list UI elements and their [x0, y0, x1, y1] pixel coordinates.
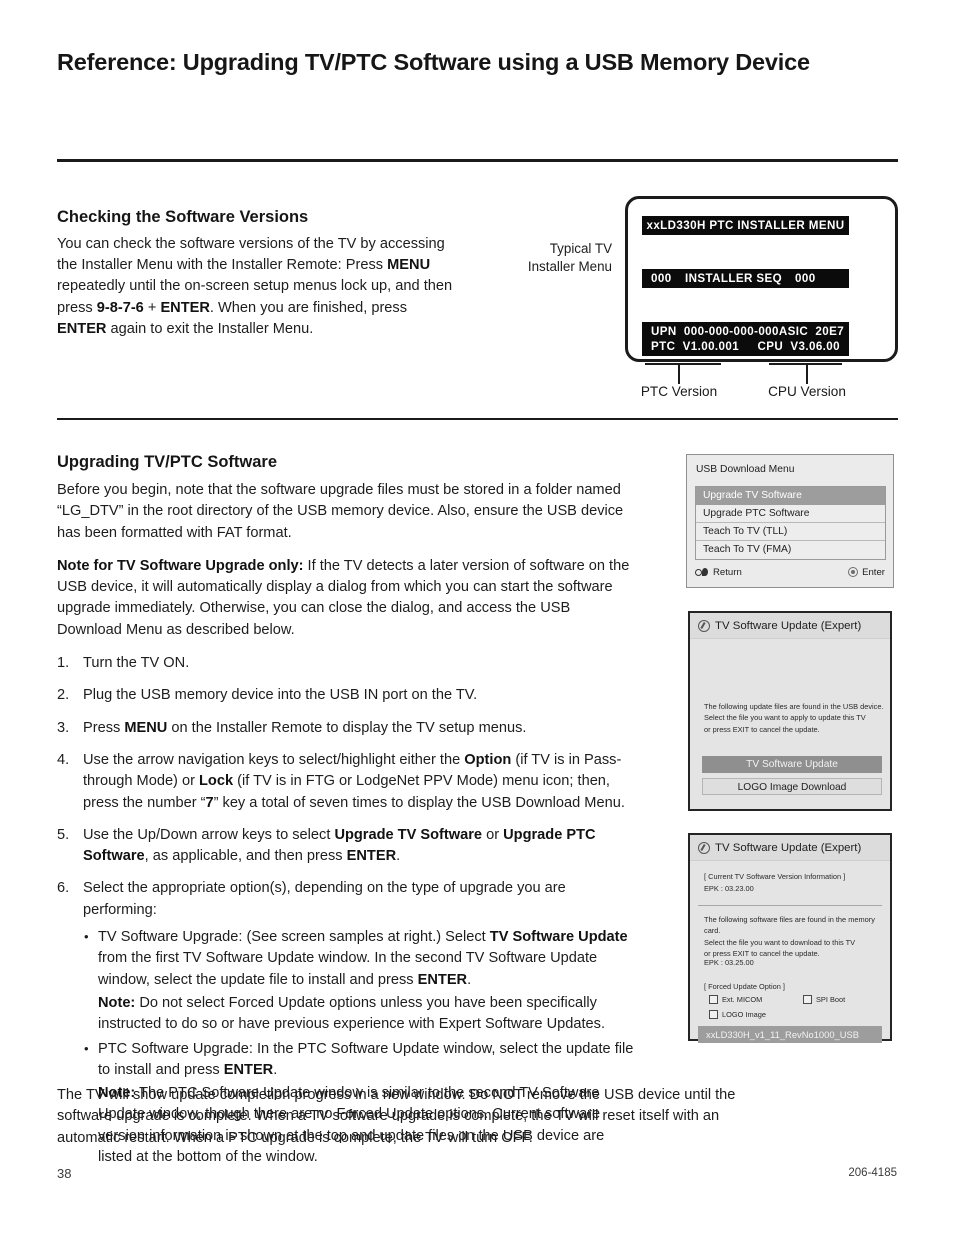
expert-window-2-instructions: The following software files are found i… [704, 914, 884, 960]
callout-label-cpu-version: CPU Version [768, 384, 846, 399]
osd-version-block: UPN 000-000-000-000 ASIC 20E7 PTC V1.00.… [642, 322, 849, 356]
figure-caption-line-2: Installer Menu [527, 259, 612, 274]
closing-paragraph: The TV will show update completion progr… [57, 1087, 736, 1146]
gear-icon [698, 841, 710, 854]
header-divider [57, 159, 898, 162]
expert-window-2-separator [698, 905, 882, 906]
enter-icon [848, 567, 859, 577]
menu-item-upgrade-tv-software[interactable]: Upgrade TV Software [696, 487, 885, 505]
osd-ptc-value: PTC V1.00.001 [651, 339, 740, 353]
upgrade-intro-paragraph: Before you begin, note that the software… [57, 482, 624, 541]
osd-ptc-row: PTC V1.00.001 CPU V3.06.00 [651, 340, 840, 355]
step-item-5: Use the Up/Down arrow keys to select Upg… [57, 825, 596, 865]
step-item-6-text: Select the appropriate option(s), depend… [83, 880, 566, 918]
sub-bullet-tv-note: Note: Do not select Forced Update option… [98, 994, 605, 1033]
tv-software-update-button[interactable]: TV Software Update [702, 756, 882, 773]
figure-caption-typical-installer-menu: Typical TV Installer Menu [492, 240, 612, 276]
expert-window-2-body: [ Current TV Software Version Informatio… [690, 861, 890, 1043]
checkbox-spi-boot-label: SPI Boot [816, 995, 846, 1004]
osd-upn-value: UPN 000-000-000-000 [651, 325, 779, 338]
checkbox-icon[interactable] [803, 995, 812, 1004]
section-heading-upgrading: Upgrading TV/PTC Software [57, 453, 278, 471]
expert-window-1-body: The following update files are found in … [690, 639, 890, 809]
upgrade-note-paragraph: Note for TV Software Upgrade only: If th… [57, 557, 630, 638]
osd-title-bar: xxLD330H PTC INSTALLER MENU [642, 216, 849, 235]
callout-leader-line-cpu [806, 363, 808, 384]
usb-download-menu-title: USB Download Menu [696, 464, 795, 475]
footer-document-code: 206-4185 [848, 1167, 897, 1179]
gear-icon [698, 619, 710, 632]
checkbox-ext-micom-label: Ext. MICOM [722, 995, 763, 1004]
checkbox-spi-boot[interactable]: SPI Boot [803, 995, 845, 1004]
osd-upn-row: UPN 000-000-000-000 ASIC 20E7 [651, 325, 844, 340]
expert-window-1-instructions: The following update files are found in … [704, 701, 884, 735]
section-body-checking-versions: You can check the software versions of t… [57, 236, 453, 337]
tv-bezel-figure: xxLD330H PTC INSTALLER MENU 000 INSTALLE… [625, 196, 898, 362]
expert-window-1-header: TV Software Update (Expert) [690, 613, 890, 639]
osd-seq-label: INSTALLER SEQ [685, 272, 783, 285]
update-file-epk: EPK : 03.25.00 [704, 958, 754, 967]
step-item-3: Press MENU on the Installer Remote to di… [57, 718, 527, 740]
usb-download-menu-footer: Return Enter [695, 563, 885, 581]
instruction-line-2: Select the file you want to download to … [704, 937, 856, 947]
step-item-2: Plug the USB memory device into the USB … [57, 685, 478, 707]
return-icon [695, 567, 709, 577]
document-page: Reference: Upgrading TV/PTC Software usi… [0, 0, 954, 1235]
callout-label-ptc-version: PTC Version [640, 384, 718, 399]
instruction-line-1: The following software files are found i… [704, 915, 875, 936]
expert-window-2-title: TV Software Update (Expert) [715, 841, 862, 854]
osd-seq-value: 000 [795, 272, 816, 285]
instruction-line-2: Select the file you want to apply to upd… [704, 713, 866, 723]
usb-download-menu-screenshot: USB Download Menu Upgrade TV Software Up… [686, 454, 894, 588]
usb-download-menu-list: Upgrade TV Software Upgrade PTC Software… [695, 486, 886, 560]
logo-image-download-button[interactable]: LOGO Image Download [702, 778, 882, 795]
current-version-header: [ Current TV Software Version Informatio… [704, 872, 846, 881]
instruction-line-3: or press EXIT to cancel the update. [704, 724, 820, 734]
footer-page-number: 38 [57, 1166, 72, 1181]
section-body-upgrading: Before you begin, note that the software… [57, 480, 637, 1179]
osd-installer-seq-row: 000 INSTALLER SEQ 000 [642, 269, 849, 288]
expert-update-window-1-screenshot: TV Software Update (Expert) The followin… [688, 611, 892, 811]
expert-update-window-2-screenshot: TV Software Update (Expert) [ Current TV… [688, 833, 892, 1043]
page-title: Reference: Upgrading TV/PTC Software usi… [57, 49, 810, 75]
menu-item-upgrade-ptc-software[interactable]: Upgrade PTC Software [696, 505, 885, 523]
checkbox-icon[interactable] [709, 995, 718, 1004]
menu-item-teach-to-tv-tll[interactable]: Teach To TV (TLL) [696, 523, 885, 541]
checkbox-logo-image-label: LOGO Image [722, 1010, 766, 1019]
checkbox-logo-image[interactable]: LOGO Image [709, 1010, 766, 1019]
return-label: Return [713, 566, 742, 578]
enter-action[interactable]: Enter [848, 567, 885, 578]
section-divider [57, 418, 898, 420]
sub-bullet-tv-software-upgrade: TV Software Upgrade: (See screen samples… [83, 926, 637, 1035]
section-heading-checking-versions: Checking the Software Versions [57, 208, 309, 226]
sub-bullet-tv-text: TV Software Upgrade: (See screen samples… [98, 929, 628, 988]
return-action[interactable]: Return [695, 567, 742, 578]
figure-caption-line-1: Typical TV [549, 241, 612, 256]
step-item-4: Use the arrow navigation keys to select/… [57, 750, 625, 811]
menu-item-teach-to-tv-fma[interactable]: Teach To TV (FMA) [696, 541, 885, 559]
osd-seq-number: 000 [651, 272, 672, 285]
expert-window-1-title: TV Software Update (Expert) [715, 619, 862, 632]
expert-window-2-header: TV Software Update (Expert) [690, 835, 890, 861]
checkbox-icon[interactable] [709, 1010, 718, 1019]
callout-leader-line-ptc [678, 363, 680, 384]
osd-cpu-value: CPU V3.06.00 [757, 339, 840, 353]
update-file-list-item[interactable]: xxLD330H_v1_11_RevNo1000_USB [698, 1026, 882, 1043]
checkbox-ext-micom[interactable]: Ext. MICOM [709, 995, 762, 1004]
callout-underline-ptc [645, 363, 721, 365]
osd-asic-value: ASIC 20E7 [778, 325, 845, 338]
forced-update-option-label: [ Forced Update Option ] [704, 982, 785, 991]
sub-bullet-ptc-text: PTC Software Upgrade: In the PTC Softwar… [98, 1040, 634, 1078]
current-version-epk: EPK : 03.23.00 [704, 884, 754, 893]
instruction-line-1: The following update files are found in … [704, 702, 884, 711]
enter-label: Enter [862, 566, 885, 578]
step-item-1: Turn the TV ON. [57, 653, 190, 675]
current-version-block: [ Current TV Software Version Informatio… [704, 871, 884, 895]
